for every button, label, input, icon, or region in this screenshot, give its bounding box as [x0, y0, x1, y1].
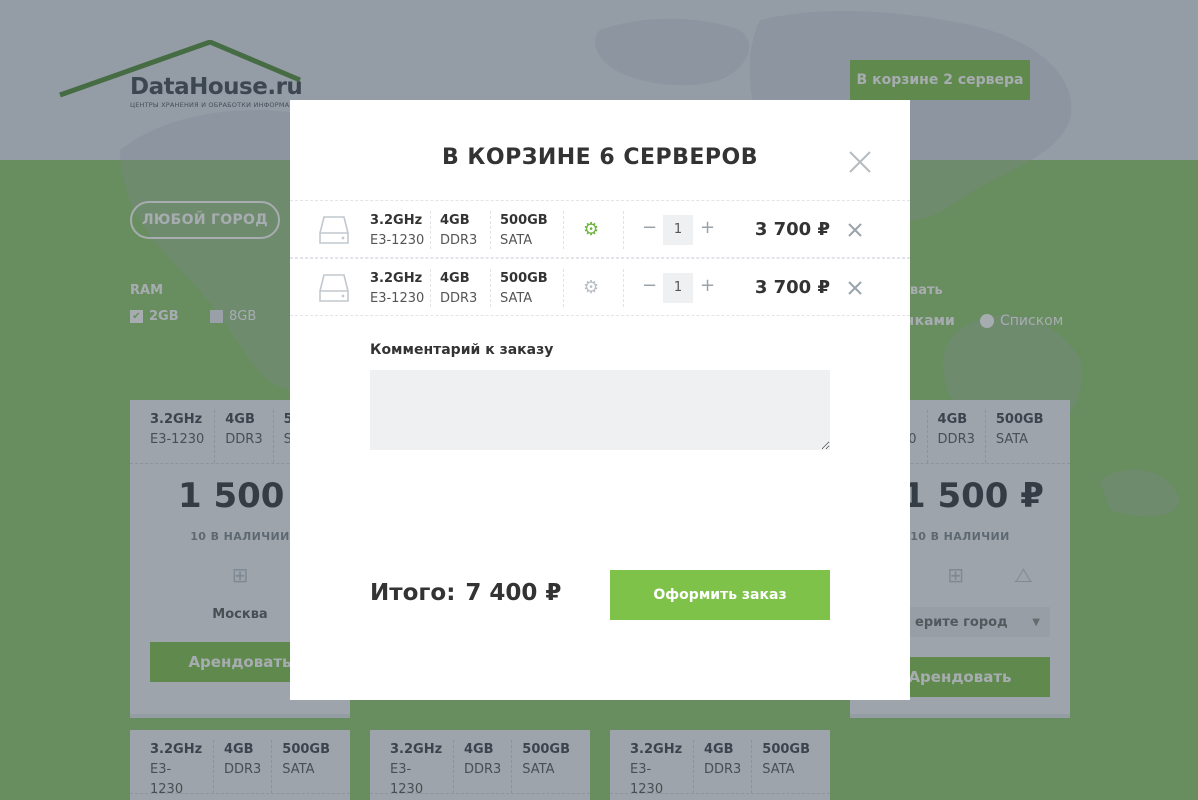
hard-drive-icon: [319, 274, 349, 302]
cart-item-row: 3.2GHz E3-1230 4GB DDR3 500GB SATA ⚙ − 1 + …: [290, 200, 910, 258]
divider: [623, 211, 624, 249]
divider: [430, 211, 431, 249]
item-price: 3 700 ₽: [754, 219, 830, 240]
divider: [563, 211, 564, 249]
quantity-field[interactable]: 1: [663, 215, 693, 245]
close-icon[interactable]: [845, 147, 875, 177]
increase-qty-button[interactable]: +: [700, 217, 715, 238]
decrease-qty-button[interactable]: −: [642, 275, 657, 296]
divider: [563, 269, 564, 307]
place-order-button[interactable]: Оформить заказ: [610, 570, 830, 620]
modal-title: В КОРЗИНЕ 6 СЕРВЕРОВ: [441, 145, 759, 170]
cart-item-row: 3.2GHz E3-1230 4GB DDR3 500GB SATA ⚙ − 1 + …: [290, 258, 910, 316]
remove-item-icon[interactable]: [848, 223, 862, 237]
divider: [430, 269, 431, 307]
comment-label: Комментарий к заказу: [370, 342, 554, 358]
hard-drive-icon: [319, 216, 349, 244]
divider: [623, 269, 624, 307]
cart-modal: В КОРЗИНЕ 6 СЕРВЕРОВ 3.2GHz E3-1230 4GB DD…: [290, 100, 910, 700]
divider: [490, 211, 491, 249]
spec-hdd: 500GB SATA: [500, 271, 548, 306]
comment-field[interactable]: [370, 370, 830, 450]
spec-ram: 4GB DDR3: [440, 213, 478, 248]
spec-ram: 4GB DDR3: [440, 271, 478, 306]
spec-cpu: 3.2GHz E3-1230: [370, 213, 425, 248]
order-total: Итого: 7 400 ₽: [370, 580, 561, 606]
gear-icon[interactable]: ⚙: [583, 220, 599, 240]
decrease-qty-button[interactable]: −: [642, 217, 657, 238]
total-value: 7 400 ₽: [465, 580, 562, 606]
total-label: Итого:: [370, 580, 456, 606]
gear-icon[interactable]: ⚙: [583, 278, 599, 298]
increase-qty-button[interactable]: +: [700, 275, 715, 296]
item-price: 3 700 ₽: [754, 277, 830, 298]
divider: [490, 269, 491, 307]
remove-item-icon[interactable]: [848, 281, 862, 295]
quantity-field[interactable]: 1: [663, 273, 693, 303]
spec-cpu: 3.2GHz E3-1230: [370, 271, 425, 306]
spec-hdd: 500GB SATA: [500, 213, 548, 248]
